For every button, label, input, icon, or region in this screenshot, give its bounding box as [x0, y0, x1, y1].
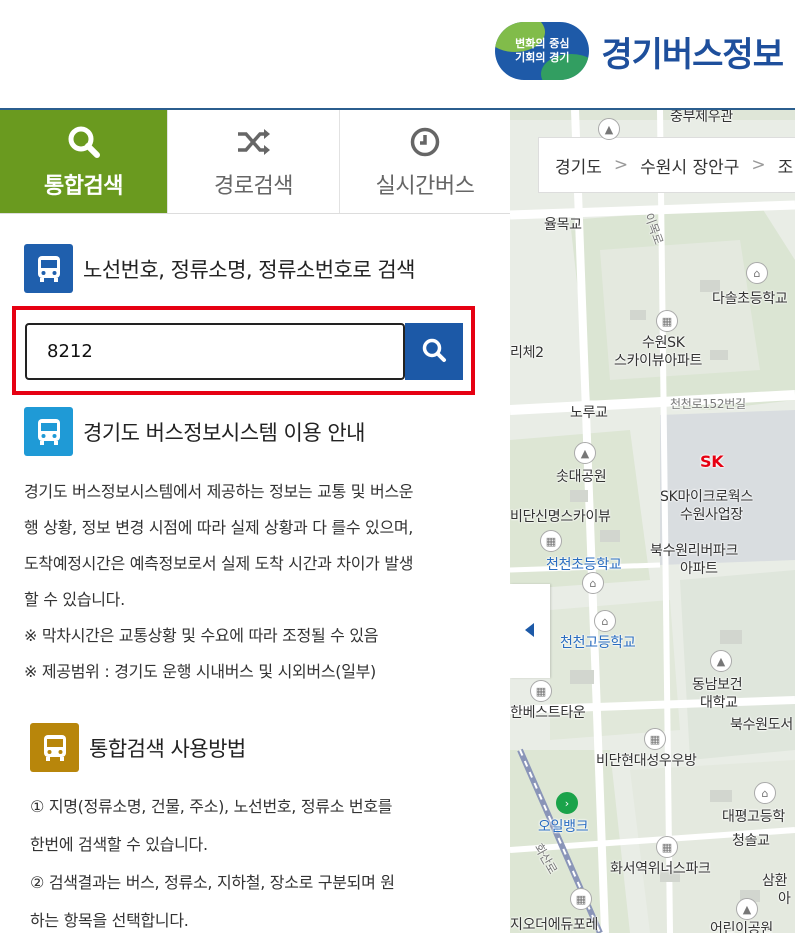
- apartment-pin-icon: ▦: [540, 530, 562, 552]
- shuffle-icon: [236, 124, 272, 160]
- logo-badge: 변화의 중심 기회의 경기: [495, 22, 590, 80]
- school-pin-icon: ⌂: [746, 262, 768, 284]
- apartment-pin-icon: ▦: [644, 728, 666, 750]
- caret-left-icon: [525, 622, 535, 641]
- info-line: ※ 제공범위 : 경기도 운행 시내버스 및 시외버스(일부): [24, 662, 376, 681]
- park-pin-icon: ▲: [736, 898, 758, 920]
- apartment-pin-icon: ▦: [656, 836, 678, 858]
- map-label: 아: [778, 891, 791, 907]
- info-line: 할 수 있습니다.: [24, 590, 125, 609]
- apartment-pin-icon: ▦: [570, 888, 592, 910]
- tab-label: 실시간버스: [375, 173, 475, 199]
- map-label: 아파트: [680, 561, 718, 577]
- search-section-title: 노선번호, 정류소명, 정류소번호로 검색: [83, 257, 416, 282]
- map-label: 오일뱅크: [538, 819, 589, 835]
- tab-label: 통합검색: [44, 173, 123, 199]
- gas-station-pin-icon: ›: [556, 792, 578, 814]
- info-section-title: 경기도 버스정보시스템 이용 안내: [83, 420, 366, 445]
- tab-route-search[interactable]: 경로검색: [168, 110, 340, 213]
- school-pin-icon: ⌂: [594, 610, 616, 632]
- school-pin-icon: ⌂: [582, 572, 604, 594]
- search-box-highlight: [12, 306, 475, 395]
- map-view[interactable]: 경기도 > 수원시 장안구 > 조 중부제우관 ▲ 율목교 이목로 ⌂ 다솔초등…: [510, 110, 795, 933]
- map-label: 솟대공원: [556, 469, 607, 485]
- map-label: 삼환: [762, 873, 788, 889]
- map-label: 비단현대성우우방: [596, 753, 697, 769]
- map-label: 한베스트타운: [510, 705, 586, 721]
- tab-integrated-search[interactable]: 통합검색: [0, 110, 168, 213]
- map-label: 동남보건: [692, 677, 743, 693]
- apartment-pin-icon: ▦: [530, 680, 552, 702]
- map-label: 대학교: [700, 695, 738, 711]
- chevron-right-icon: >: [613, 155, 629, 175]
- map-label: 비단신명스카이뷰: [510, 509, 611, 525]
- usage-line: ① 지명(정류소명, 건물, 주소), 노선번호, 정류소 번호를: [30, 797, 393, 816]
- site-header: 변화의 중심 기회의 경기 경기버스정보: [0, 0, 795, 110]
- park-pin-icon: ▲: [574, 442, 596, 464]
- map-label: 천천고등학교: [560, 635, 636, 651]
- map-label: 다솔초등학교: [712, 291, 788, 307]
- clock-icon: [409, 124, 441, 160]
- poi-pin-icon: ▲: [598, 118, 620, 140]
- map-label: 중부제우관: [670, 110, 733, 125]
- school-pin-icon: ⌂: [754, 782, 776, 804]
- map-panel-toggle-button[interactable]: [510, 584, 550, 678]
- map-label: 북수원도서: [730, 717, 793, 733]
- usage-section-header: 통합검색 사용방법: [30, 723, 246, 772]
- breadcrumb-item[interactable]: 조: [778, 153, 794, 178]
- search-section-header: 노선번호, 정류소명, 정류소번호로 검색: [24, 244, 416, 293]
- map-label: 수원사업장: [680, 507, 743, 523]
- map-label: 대평고등학: [722, 809, 785, 825]
- logo-badge-line1: 변화의 중심: [515, 37, 570, 50]
- logo-title: 경기버스정보: [601, 34, 784, 75]
- search-icon: [67, 124, 101, 160]
- sk-logo-label: SK: [700, 452, 724, 471]
- info-line: 도착예정시간은 예측정보로서 실제 도착 시간과 차이가 발생: [24, 554, 414, 573]
- map-road-label: 천천로152번길: [670, 397, 746, 411]
- map-label: 수원SK: [642, 335, 685, 351]
- usage-line: ② 검색결과는 버스, 정류소, 지하철, 장소로 구분되며 원: [30, 873, 395, 892]
- info-line: ※ 막차시간은 교통상황 및 수요에 따라 조정될 수 있음: [24, 626, 379, 645]
- map-label: 청솔교: [732, 833, 770, 849]
- university-pin-icon: ▲: [710, 650, 732, 672]
- breadcrumb-item[interactable]: 경기도: [555, 153, 602, 178]
- map-breadcrumb: 경기도 > 수원시 장안구 > 조: [538, 137, 795, 193]
- chevron-right-icon: >: [751, 155, 766, 175]
- usage-line: 한번에 검색할 수 있습니다.: [30, 835, 208, 854]
- search-icon: [421, 337, 447, 366]
- info-line: 행 상황, 정보 변경 시점에 따라 실제 상황과 다 를수 있으며,: [24, 518, 414, 537]
- info-section-header: 경기도 버스정보시스템 이용 안내: [24, 407, 366, 456]
- bus-icon: [24, 244, 73, 293]
- map-label: 천천초등학교: [546, 557, 622, 573]
- map-label: 노루교: [570, 405, 608, 421]
- search-input[interactable]: [25, 323, 405, 380]
- map-label: 화서역위너스파크: [610, 861, 711, 877]
- map-label: 지오더에듀포레: [510, 917, 599, 933]
- search-button[interactable]: [405, 323, 463, 380]
- tab-label: 경로검색: [214, 173, 293, 199]
- usage-text: ① 지명(정류소명, 건물, 주소), 노선번호, 정류소 번호를 한번에 검색…: [30, 788, 480, 933]
- site-logo[interactable]: 변화의 중심 기회의 경기 경기버스정보: [495, 22, 784, 80]
- usage-section-title: 통합검색 사용방법: [89, 736, 246, 761]
- map-label: 어린이공원: [710, 921, 773, 933]
- bus-icon: [30, 723, 79, 772]
- tab-realtime-bus[interactable]: 실시간버스: [340, 110, 510, 213]
- search-panel: 통합검색 경로검색 실시간버스 노선번호, 정류소명, 정류소번호로 검색 82…: [0, 110, 510, 933]
- info-text: 경기도 버스정보시스템에서 제공하는 정보는 교통 및 버스운 행 상황, 정보…: [24, 474, 486, 690]
- map-label: SK마이크로웍스: [660, 489, 753, 505]
- tab-bar: 통합검색 경로검색 실시간버스: [0, 110, 510, 214]
- map-label: 북수원리버파크: [650, 543, 739, 559]
- bus-icon: [24, 407, 73, 456]
- map-label: 스카이뷰아파트: [614, 353, 703, 369]
- apartment-pin-icon: ▦: [656, 310, 678, 332]
- map-label: 율목교: [544, 217, 582, 233]
- info-line: 경기도 버스정보시스템에서 제공하는 정보는 교통 및 버스운: [24, 482, 414, 501]
- usage-line: 하는 항목을 선택합니다.: [30, 911, 189, 930]
- logo-badge-line2: 기회의 경기: [515, 51, 570, 64]
- map-label: 리체2: [510, 345, 544, 361]
- breadcrumb-item[interactable]: 수원시 장안구: [640, 153, 739, 178]
